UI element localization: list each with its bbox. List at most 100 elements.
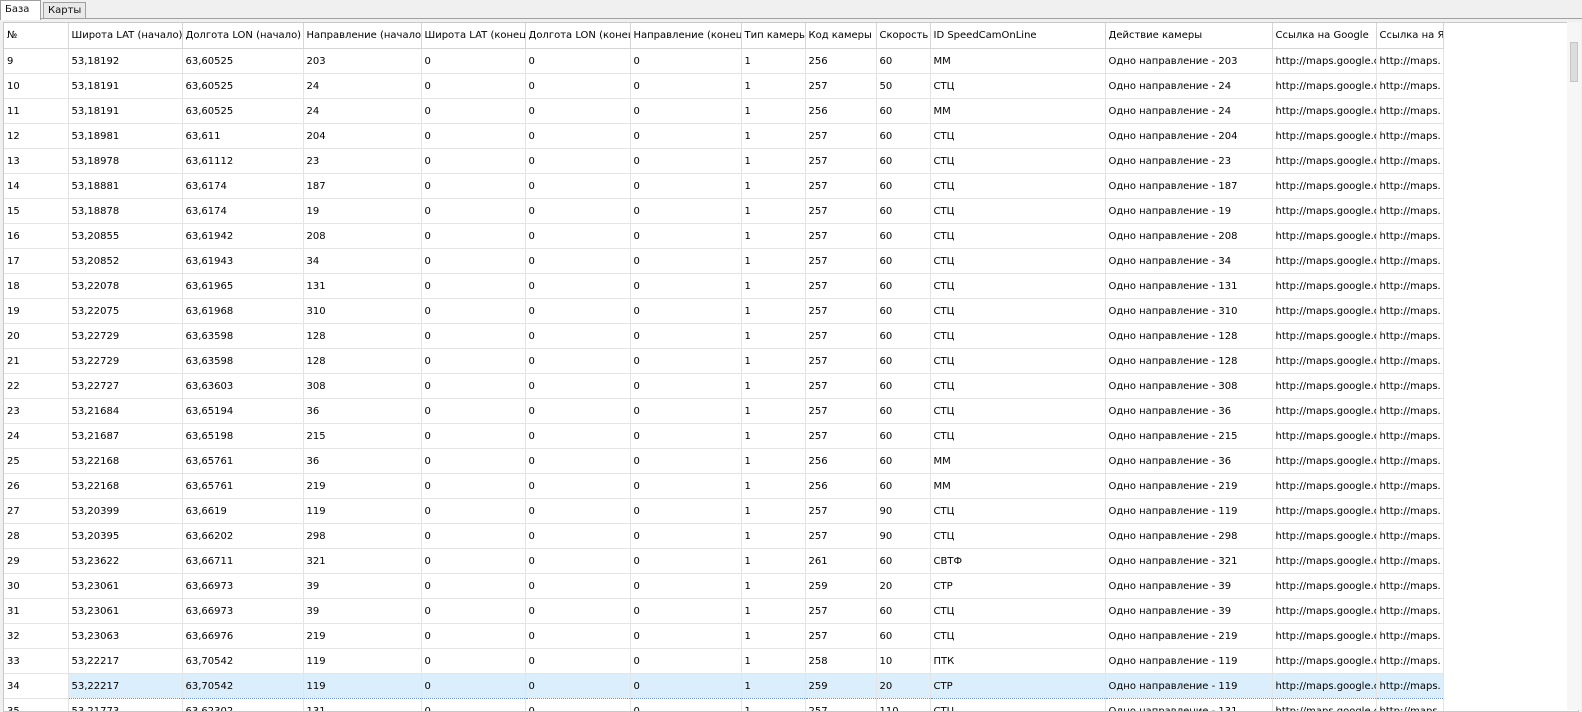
table-cell[interactable]: 63,70542 bbox=[182, 673, 304, 699]
table-cell[interactable]: Одно направление - 39 bbox=[1105, 598, 1273, 624]
table-cell[interactable]: 219 bbox=[303, 473, 422, 499]
table-cell[interactable]: СТЦ bbox=[930, 323, 1106, 349]
table-cell[interactable]: 1 bbox=[741, 223, 806, 249]
table-cell[interactable]: http://maps.google.c bbox=[1272, 448, 1377, 474]
row-number[interactable]: 9 bbox=[4, 48, 69, 74]
table-cell[interactable]: 63,60525 bbox=[182, 73, 304, 99]
table-row[interactable]: 16 53,20855 63,61942 208 0 0 0 1 257 60 СТЦ Одно на… bbox=[4, 223, 1444, 249]
table-cell[interactable]: 60 bbox=[876, 548, 931, 574]
table-cell[interactable]: 0 bbox=[525, 398, 631, 424]
table-cell[interactable]: http://maps. bbox=[1376, 123, 1444, 149]
table-cell[interactable]: 24 bbox=[303, 73, 422, 99]
table-cell[interactable]: http://maps. bbox=[1376, 398, 1444, 424]
table-cell[interactable]: 0 bbox=[525, 423, 631, 449]
table-cell[interactable]: 259 bbox=[805, 673, 877, 699]
column-header[interactable]: Тип камеры bbox=[741, 23, 806, 49]
table-cell[interactable]: 0 bbox=[630, 523, 742, 549]
table-cell[interactable]: http://maps.google.c bbox=[1272, 598, 1377, 624]
table-cell[interactable]: СТР bbox=[930, 673, 1106, 699]
table-cell[interactable]: http://maps. bbox=[1376, 73, 1444, 99]
table-cell[interactable]: http://maps. bbox=[1376, 498, 1444, 524]
table-cell[interactable]: 0 bbox=[525, 373, 631, 399]
row-number[interactable]: 20 bbox=[4, 323, 69, 349]
table-cell[interactable]: 0 bbox=[421, 598, 526, 624]
table-cell[interactable]: 0 bbox=[630, 673, 742, 699]
table-cell[interactable]: http://maps. bbox=[1376, 248, 1444, 274]
table-cell[interactable]: 1 bbox=[741, 323, 806, 349]
table-cell[interactable]: 203 bbox=[303, 48, 422, 74]
table-cell[interactable]: СТЦ bbox=[930, 273, 1106, 299]
table-cell[interactable]: СТЦ bbox=[930, 373, 1106, 399]
table-cell[interactable]: 256 bbox=[805, 448, 877, 474]
row-number[interactable]: 16 bbox=[4, 223, 69, 249]
table-cell[interactable]: 63,61112 bbox=[182, 148, 304, 174]
table-cell[interactable]: http://maps.google.c bbox=[1272, 248, 1377, 274]
table-cell[interactable]: 0 bbox=[525, 323, 631, 349]
row-number[interactable]: 34 bbox=[4, 673, 69, 699]
row-number[interactable]: 35 bbox=[4, 698, 69, 711]
table-cell[interactable]: ММ bbox=[930, 448, 1106, 474]
table-cell[interactable]: 1 bbox=[741, 523, 806, 549]
table-cell[interactable]: 0 bbox=[421, 73, 526, 99]
column-header[interactable]: № bbox=[4, 23, 69, 49]
table-row[interactable]: 9 53,18192 63,60525 203 0 0 0 1 256 60 ММ Одно напр… bbox=[4, 48, 1444, 74]
table-cell[interactable]: 1 bbox=[741, 398, 806, 424]
table-cell[interactable]: 53,22078 bbox=[68, 273, 183, 299]
table-cell[interactable]: http://maps.google.c bbox=[1272, 323, 1377, 349]
table-cell[interactable]: http://maps. bbox=[1376, 348, 1444, 374]
table-cell[interactable]: 0 bbox=[421, 548, 526, 574]
table-cell[interactable]: 257 bbox=[805, 123, 877, 149]
table-cell[interactable]: СТЦ bbox=[930, 423, 1106, 449]
column-header[interactable]: Широта LAT (начало) bbox=[68, 23, 183, 49]
table-cell[interactable]: 1 bbox=[741, 298, 806, 324]
table-cell[interactable]: 53,21687 bbox=[68, 423, 183, 449]
table-cell[interactable]: СТЦ bbox=[930, 498, 1106, 524]
table-cell[interactable]: 119 bbox=[303, 673, 422, 699]
table-cell[interactable]: 60 bbox=[876, 173, 931, 199]
row-number[interactable]: 19 bbox=[4, 298, 69, 324]
table-cell[interactable]: 0 bbox=[630, 373, 742, 399]
table-cell[interactable]: 0 bbox=[525, 298, 631, 324]
table-cell[interactable]: 53,22075 bbox=[68, 298, 183, 324]
table-cell[interactable]: СТЦ bbox=[930, 173, 1106, 199]
table-cell[interactable]: 0 bbox=[525, 498, 631, 524]
table-cell[interactable]: http://maps. bbox=[1376, 448, 1444, 474]
table-row[interactable]: 13 53,18978 63,61112 23 0 0 0 1 257 60 СТЦ Одно нап… bbox=[4, 148, 1444, 174]
row-number[interactable]: 25 bbox=[4, 448, 69, 474]
table-cell[interactable]: 60 bbox=[876, 348, 931, 374]
table-cell[interactable]: 53,18192 bbox=[68, 48, 183, 74]
table-cell[interactable]: 60 bbox=[876, 98, 931, 124]
table-cell[interactable]: 0 bbox=[525, 73, 631, 99]
table-cell[interactable]: http://maps. bbox=[1376, 548, 1444, 574]
table-cell[interactable]: 24 bbox=[303, 98, 422, 124]
table-cell[interactable]: 1 bbox=[741, 123, 806, 149]
table-cell[interactable]: 0 bbox=[525, 123, 631, 149]
table-cell[interactable]: 257 bbox=[805, 223, 877, 249]
table-cell[interactable]: 20 bbox=[876, 573, 931, 599]
row-number[interactable]: 21 bbox=[4, 348, 69, 374]
table-cell[interactable]: СТЦ bbox=[930, 348, 1106, 374]
table-cell[interactable]: Одно направление - 203 bbox=[1105, 48, 1273, 74]
table-cell[interactable]: 60 bbox=[876, 398, 931, 424]
table-cell[interactable]: СТЦ bbox=[930, 398, 1106, 424]
table-cell[interactable]: СВТФ bbox=[930, 548, 1106, 574]
row-number[interactable]: 33 bbox=[4, 648, 69, 674]
table-cell[interactable]: 0 bbox=[421, 223, 526, 249]
table-cell[interactable]: http://maps. bbox=[1376, 223, 1444, 249]
table-cell[interactable]: ММ bbox=[930, 98, 1106, 124]
column-header[interactable]: Долгота LON (начало) bbox=[182, 23, 304, 49]
table-cell[interactable]: 0 bbox=[421, 673, 526, 699]
table-cell[interactable]: 0 bbox=[630, 48, 742, 74]
table-cell[interactable]: 308 bbox=[303, 373, 422, 399]
table-cell[interactable]: 0 bbox=[525, 598, 631, 624]
table-cell[interactable]: 60 bbox=[876, 273, 931, 299]
table-cell[interactable]: 63,60525 bbox=[182, 48, 304, 74]
table-cell[interactable]: 0 bbox=[421, 423, 526, 449]
table-row[interactable]: 30 53,23061 63,66973 39 0 0 0 1 259 20 СТР Одно нап… bbox=[4, 573, 1444, 599]
table-cell[interactable]: 0 bbox=[421, 98, 526, 124]
table-cell[interactable]: 1 bbox=[741, 198, 806, 224]
table-cell[interactable]: СТЦ bbox=[930, 598, 1106, 624]
table-row[interactable]: 21 53,22729 63,63598 128 0 0 0 1 257 60 СТЦ Одно на… bbox=[4, 348, 1444, 374]
table-cell[interactable]: 0 bbox=[525, 273, 631, 299]
column-header[interactable]: Широта LAT (конец) bbox=[421, 23, 526, 49]
